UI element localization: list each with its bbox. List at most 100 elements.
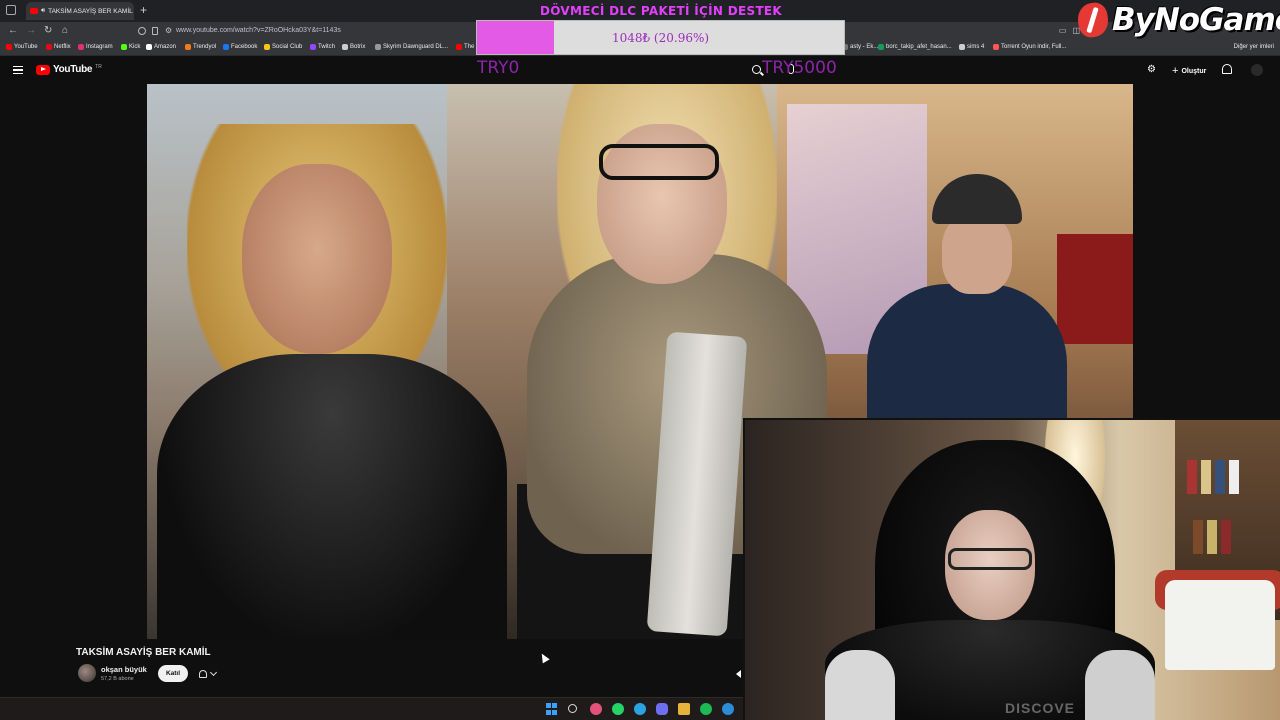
tab-title: TAKSİM ASAYİŞ BER KAMİL xyxy=(48,7,133,15)
donation-max-label: TRY5000 xyxy=(762,58,837,78)
discord-icon[interactable] xyxy=(656,703,668,715)
store-display xyxy=(1057,234,1133,344)
bookmark-item[interactable]: Social Club xyxy=(264,44,302,50)
browser-toolbar-icons: ▭ ◫ xyxy=(1059,26,1080,35)
telegram-icon[interactable] xyxy=(634,703,646,715)
bookmark-item[interactable]: Kick xyxy=(121,44,140,50)
bell-icon xyxy=(199,669,207,678)
plus-icon: + xyxy=(1172,65,1179,77)
bookmark-item[interactable]: Amazon xyxy=(146,44,176,50)
bynogame-logo: ByNoGame xyxy=(1075,1,1280,39)
bookmark-item[interactable]: sims 4 xyxy=(959,44,984,50)
bookmark-favicon-icon xyxy=(223,44,229,50)
bookmark-label: Twitch xyxy=(318,44,336,50)
chevron-down-icon xyxy=(209,668,218,676)
bynogame-wordmark: ByNoGame xyxy=(1112,2,1280,38)
youtube-header: YouTube TR ⚙︎ + Oluştur xyxy=(0,57,1280,84)
youtube-favicon-icon xyxy=(30,8,38,14)
bookmark-item[interactable]: borc_takip_afet_hasan... xyxy=(878,44,952,50)
bookmark-item[interactable]: Torrent Oyun indir, Full... xyxy=(993,44,1066,50)
bookmark-item[interactable]: Instagram xyxy=(78,44,113,50)
bynogame-mark-icon xyxy=(1075,1,1111,39)
donation-min-label: TRY0 xyxy=(477,58,520,78)
bookmark-item[interactable]: Netflix xyxy=(46,44,71,50)
bookmark-label: Trendyol xyxy=(193,44,217,50)
bookmark-favicon-icon xyxy=(6,44,12,50)
tune-icon[interactable]: ⚙︎ xyxy=(165,26,172,35)
new-tab-button[interactable]: + xyxy=(140,3,147,17)
bookmark-favicon-icon xyxy=(959,44,965,50)
blonde-woman-left xyxy=(157,124,507,639)
bookmark-label: borc_takip_afet_hasan... xyxy=(886,44,952,50)
account-avatar[interactable] xyxy=(1251,64,1263,76)
bookmark-favicon-icon xyxy=(310,44,316,50)
bookmark-item[interactable]: Trendyol xyxy=(185,44,216,50)
bookmark-favicon-icon xyxy=(121,44,127,50)
bookmark-item[interactable]: Facebook xyxy=(223,44,257,50)
hamburger-menu-icon[interactable] xyxy=(13,66,23,74)
bookmark-label: asty - Ek... xyxy=(850,44,879,50)
windows-taskbar xyxy=(0,697,743,720)
firefox-icon[interactable] xyxy=(590,703,602,715)
bookmark-label: Facebook xyxy=(231,44,258,50)
channel-avatar[interactable] xyxy=(78,664,96,682)
file-explorer-icon[interactable] xyxy=(678,703,690,715)
tab-list-icon[interactable] xyxy=(6,5,16,15)
bookmark-favicon-icon xyxy=(146,44,152,50)
donation-goal-title: DÖVMECİ DLC PAKETİ İÇİN DESTEK xyxy=(539,4,783,18)
bookmark-favicon-icon xyxy=(185,44,191,50)
country-code: TR xyxy=(95,64,102,70)
search-icon[interactable] xyxy=(752,65,761,74)
youtube-logo[interactable]: YouTube TR xyxy=(36,64,102,75)
browser-tab-active[interactable]: 🔊︎ TAKSİM ASAYİŞ BER KAMİL × xyxy=(26,2,134,20)
screen: 🔊︎ TAKSİM ASAYİŞ BER KAMİL × + ← → ↻ ⌂ ⚙… xyxy=(0,0,1280,720)
bookmark-item[interactable]: YouTube xyxy=(6,44,38,50)
bookmark-favicon-icon xyxy=(78,44,84,50)
bookmark-item[interactable]: asty - Ek... xyxy=(842,44,878,50)
subscriber-count: 57,2 B abone xyxy=(101,676,134,682)
windows-start-icon[interactable] xyxy=(546,703,558,715)
streamer-sleeve-right xyxy=(1085,650,1155,720)
bookmark-label: Kick xyxy=(129,44,141,50)
taskbar-search-icon[interactable] xyxy=(568,704,577,713)
cast-icon[interactable]: ▭ xyxy=(1059,26,1067,35)
bookmark-label: Netflix xyxy=(54,44,71,50)
other-bookmarks[interactable]: Diğer yer imleri xyxy=(1234,44,1274,50)
edge-icon[interactable] xyxy=(722,703,734,715)
create-label: Oluştur xyxy=(1181,67,1207,75)
streamer-sleeve-left xyxy=(825,650,895,720)
bookmark-label: Amazon xyxy=(154,44,177,50)
back-arrow-icon[interactable]: ← xyxy=(8,25,18,36)
youtube-play-icon xyxy=(36,64,50,75)
donation-progress-bar: 1048₺ (20.96%) xyxy=(476,20,845,55)
bookmark-favicon-icon xyxy=(878,44,884,50)
home-icon[interactable]: ⌂ xyxy=(62,25,68,36)
bookmark-label: Social Club xyxy=(272,44,303,50)
bookmark-item[interactable]: Skyrim Dawnguard DL... xyxy=(375,44,448,50)
collapse-arrow-icon[interactable] xyxy=(736,670,741,678)
bookmark-item[interactable]: Botrix xyxy=(342,44,365,50)
youtube-wordmark: YouTube xyxy=(53,64,93,75)
channel-name[interactable]: okşan büyük xyxy=(101,665,147,674)
join-button[interactable]: Katıl xyxy=(158,665,188,682)
bookmark-favicon-icon xyxy=(456,44,462,50)
url-field[interactable]: www.youtube.com/watch?v=ZRoOHcka03Y&t=11… xyxy=(176,27,341,34)
speaker-icon[interactable]: 🔊︎ xyxy=(41,7,45,15)
bookmark-label: Skyrim Dawnguard DL... xyxy=(383,44,449,50)
spotify-icon[interactable] xyxy=(700,703,712,715)
bookmark-item[interactable]: Twitch xyxy=(310,44,335,50)
live-icon[interactable]: ⚙︎ xyxy=(1147,64,1156,75)
create-button[interactable]: + Oluştur xyxy=(1166,63,1212,79)
forward-arrow-icon[interactable]: → xyxy=(26,25,36,36)
whatsapp-icon[interactable] xyxy=(612,703,624,715)
bookmark-label: Botrix xyxy=(350,44,366,50)
site-info-icon[interactable] xyxy=(138,27,146,35)
bookmark-favicon-icon xyxy=(46,44,52,50)
subscription-bell-button[interactable] xyxy=(195,665,229,682)
bookmark-favicon-icon xyxy=(264,44,270,50)
bell-icon[interactable] xyxy=(1222,64,1232,74)
bookmark-favicon-icon xyxy=(993,44,999,50)
mouse-cursor xyxy=(538,651,550,664)
reload-icon[interactable]: ↻ xyxy=(44,25,52,36)
lock-icon[interactable] xyxy=(152,27,158,35)
